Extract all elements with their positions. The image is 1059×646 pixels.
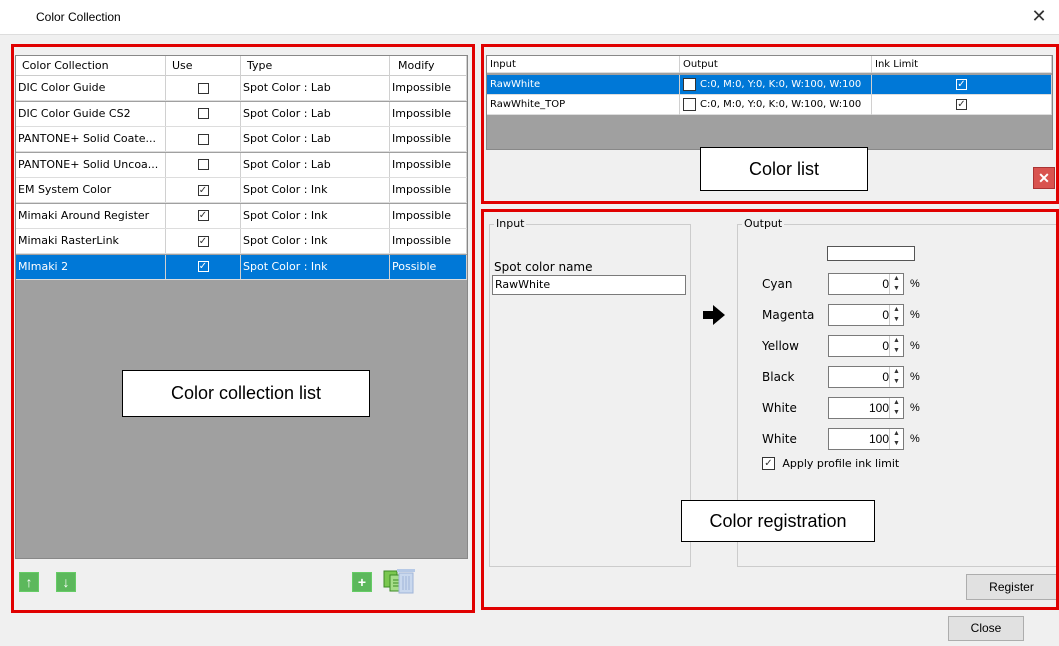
window-title: Color Collection [36, 10, 121, 24]
title-bar: Color Collection ✕ [0, 0, 1059, 35]
color-list-highlight-box [481, 44, 1059, 204]
close-button[interactable]: Close [948, 616, 1024, 641]
collection-highlight-box [11, 44, 475, 613]
window-close-icon[interactable]: ✕ [1027, 3, 1051, 29]
registration-highlight-box [481, 209, 1059, 610]
